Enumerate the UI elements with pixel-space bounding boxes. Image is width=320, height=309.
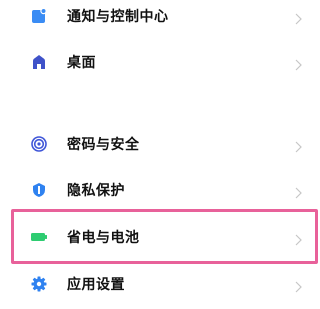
fingerprint-icon xyxy=(31,136,47,152)
settings-item-label: 应用设置 xyxy=(67,277,125,293)
chevron-right-icon xyxy=(294,10,302,25)
settings-item-notifications[interactable]: 通知与控制中心 xyxy=(0,0,320,36)
settings-item-privacy[interactable]: 隐私保护 xyxy=(0,170,320,210)
gear-icon xyxy=(31,276,47,292)
notification-icon xyxy=(31,8,47,24)
settings-item-app-settings[interactable]: 应用设置 xyxy=(0,264,320,304)
settings-item-desktop[interactable]: 桌面 xyxy=(0,42,320,82)
chevron-right-icon xyxy=(294,138,302,153)
settings-item-password-security[interactable]: 密码与安全 xyxy=(0,124,320,164)
privacy-icon xyxy=(31,182,47,198)
chevron-right-icon xyxy=(294,56,302,71)
chevron-right-icon xyxy=(294,278,302,293)
settings-item-label: 通知与控制中心 xyxy=(67,9,169,25)
settings-item-label: 密码与安全 xyxy=(67,137,140,153)
settings-item-label: 桌面 xyxy=(67,55,96,71)
highlight-box xyxy=(11,209,318,264)
chevron-right-icon xyxy=(294,184,302,199)
home-icon xyxy=(31,54,47,70)
settings-item-label: 隐私保护 xyxy=(67,183,125,199)
